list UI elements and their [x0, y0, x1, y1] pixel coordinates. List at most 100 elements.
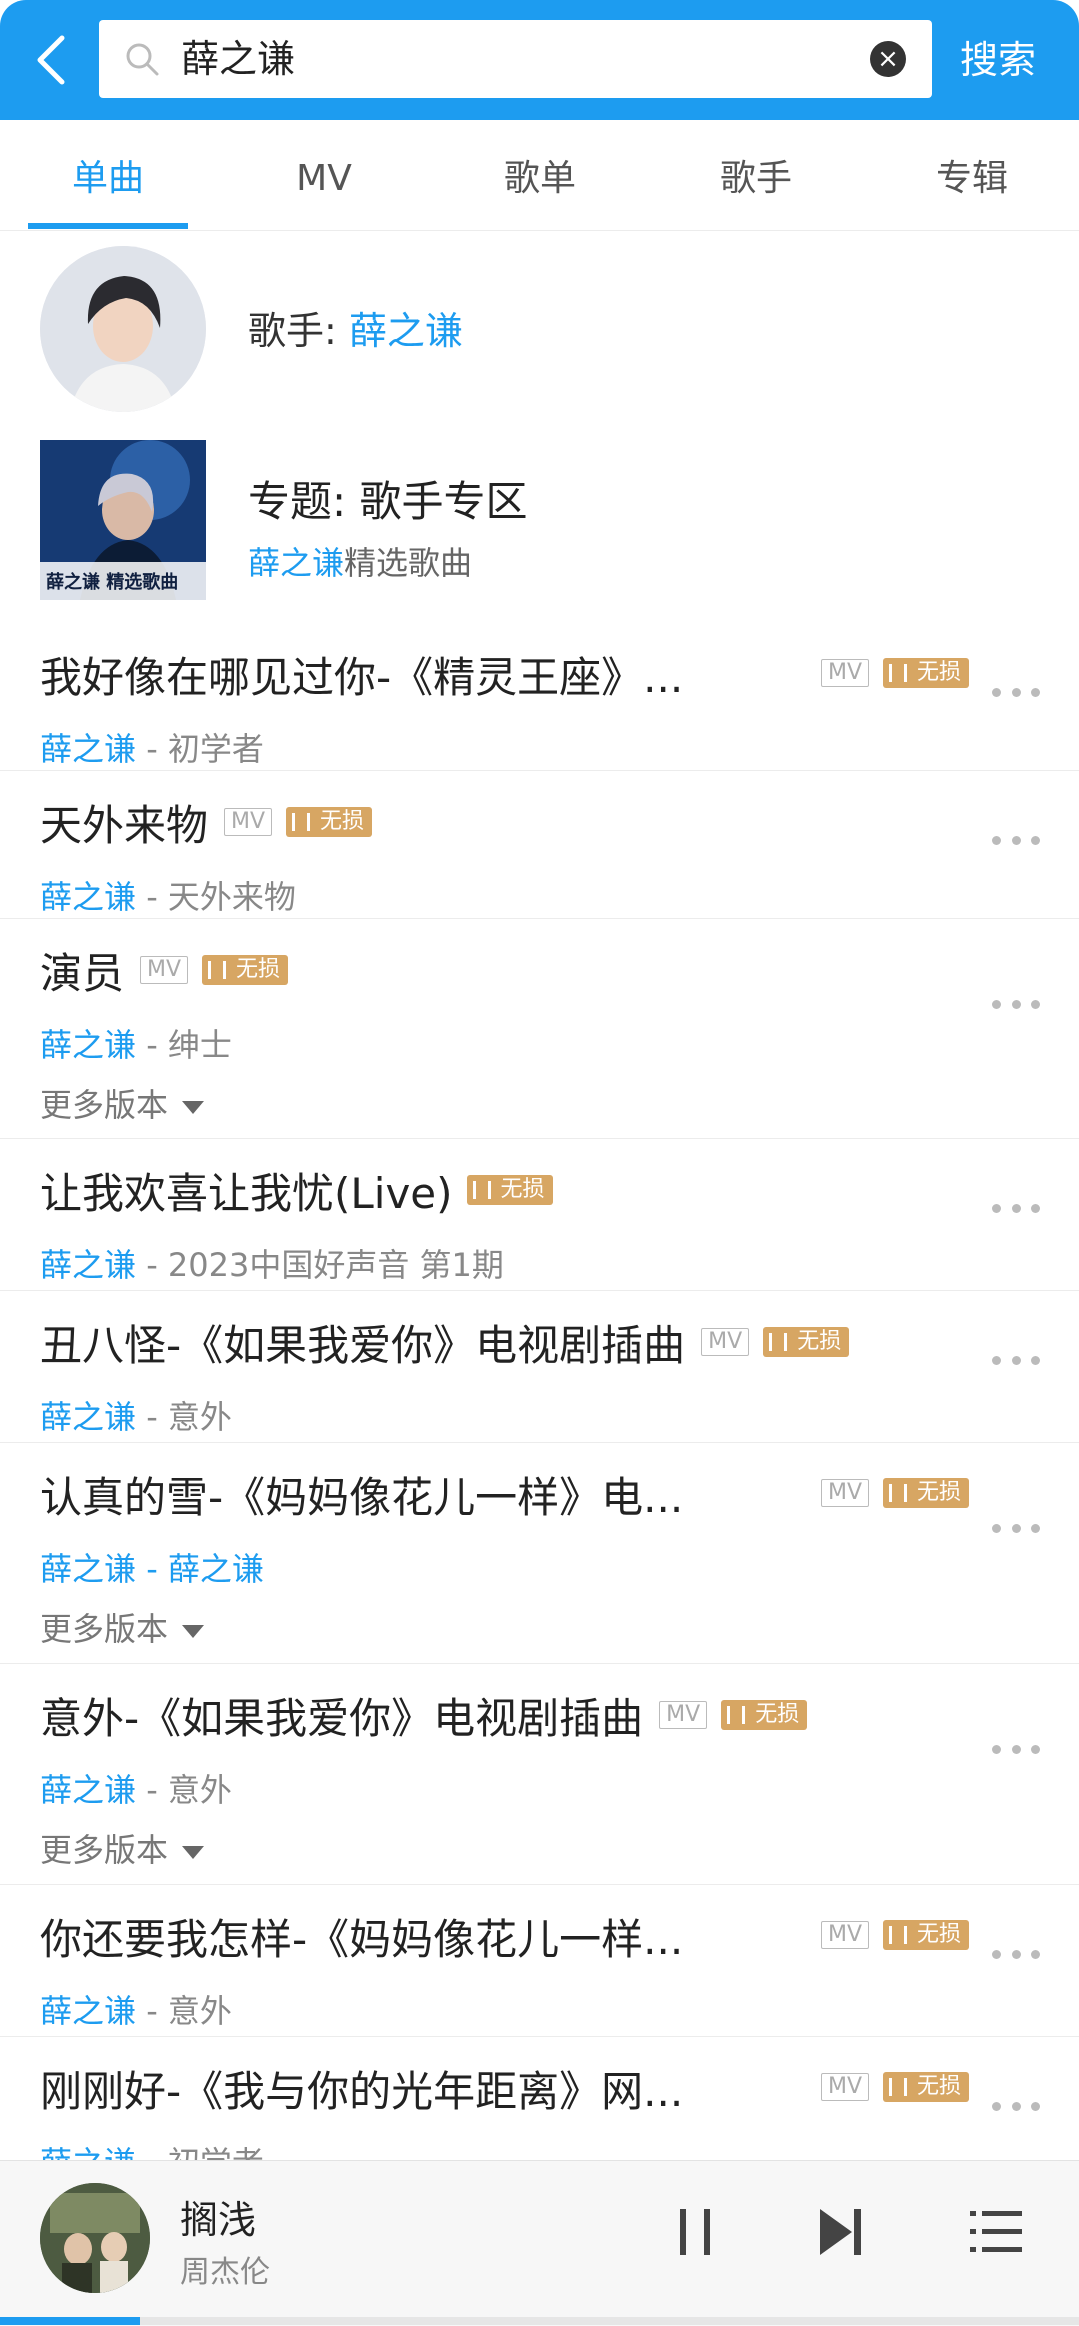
song-artist[interactable]: 薛之谦 — [40, 1550, 136, 1588]
song-subtitle: 薛之谦 - 意外 — [40, 1986, 232, 2032]
song-title-line: 我好像在哪见过你-《精灵王座》... — [40, 644, 683, 704]
tab-mv[interactable]: MV — [216, 120, 432, 230]
lossless-badge: 无损 — [721, 1700, 808, 1730]
song-subtitle: 薛之谦 - 绅士 — [40, 1020, 232, 1066]
song-row[interactable]: 天外来物 MV 无损 薛之谦 - 天外来物 — [0, 770, 1079, 919]
song-title-line: 认真的雪-《妈妈像花儿一样》电... — [40, 1464, 683, 1524]
clear-icon[interactable]: × — [870, 41, 906, 77]
song-badges: MV 无损 — [805, 658, 970, 688]
song-artist[interactable]: 薛之谦 — [40, 1771, 136, 1809]
search-header: 薛之谦 × 搜索 — [0, 0, 1079, 120]
singer-prefix: 歌手: — [248, 309, 349, 353]
song-title-line: 刚刚好-《我与你的光年距离》网... — [40, 2058, 683, 2118]
more-versions-toggle[interactable]: 更多版本 — [40, 1080, 205, 1126]
song-album: - 意外 — [136, 1771, 232, 1809]
more-options-icon[interactable] — [992, 1000, 1040, 1012]
song-row[interactable]: 丑八怪-《如果我爱你》电视剧插曲 MV 无损 薛之谦 - 意外 — [0, 1290, 1079, 1443]
mv-badge[interactable]: MV — [701, 1328, 750, 1356]
topic-cover-image[interactable]: 薛之谦 精选歌曲 — [40, 440, 206, 600]
song-row[interactable]: MV 无损 你还要我怎样-《妈妈像花儿一样... 薛之谦 - 意外 — [0, 1884, 1079, 2037]
song-artist[interactable]: 薛之谦 — [40, 1026, 136, 1064]
song-title[interactable]: 我好像在哪见过你-《精灵王座》... — [40, 644, 683, 705]
mv-badge[interactable]: MV — [224, 808, 273, 836]
mv-badge[interactable]: MV — [821, 1479, 870, 1507]
topic-sub-artist[interactable]: 薛之谦 — [248, 544, 344, 582]
song-row[interactable]: 演员 MV 无损薛之谦 - 绅士更多版本 — [0, 918, 1079, 1139]
singer-avatar[interactable] — [40, 246, 206, 412]
song-title[interactable]: 你还要我怎样-《妈妈像花儿一样... — [40, 1906, 683, 1967]
mv-badge[interactable]: MV — [821, 1921, 870, 1949]
search-query[interactable]: 薛之谦 — [181, 20, 295, 98]
more-versions-toggle[interactable]: 更多版本 — [40, 1825, 205, 1871]
more-options-icon[interactable] — [992, 1204, 1040, 1216]
song-artist[interactable]: 薛之谦 — [40, 1992, 136, 2030]
song-title-line: 天外来物 MV 无损 — [40, 792, 373, 853]
more-options-icon[interactable] — [992, 1524, 1040, 1536]
song-artist[interactable]: 薛之谦 — [40, 1398, 136, 1436]
song-row[interactable]: MV 无损 我好像在哪见过你-《精灵王座》... 薛之谦 - 初学者 — [0, 622, 1079, 771]
more-versions-label: 更多版本 — [40, 1086, 169, 1124]
song-album: - 天外来物 — [136, 878, 296, 916]
song-subtitle: 薛之谦 - 意外 — [40, 1765, 232, 1811]
song-artist[interactable]: 薛之谦 — [40, 730, 136, 768]
more-options-icon[interactable] — [992, 2102, 1040, 2114]
more-versions-toggle[interactable]: 更多版本 — [40, 1604, 205, 1650]
song-title-line: 意外-《如果我爱你》电视剧插曲 MV 无损 — [40, 1685, 808, 1746]
song-badges: MV 无损 — [805, 1478, 970, 1508]
song-row[interactable]: MV 无损 认真的雪-《妈妈像花儿一样》电... 薛之谦 - 薛之谦更多版本 — [0, 1442, 1079, 1664]
song-title[interactable]: 认真的雪-《妈妈像花儿一样》电... — [40, 1464, 683, 1525]
singer-name[interactable]: 薛之谦 — [349, 309, 463, 353]
mini-player[interactable]: 搁浅 周杰伦 — [0, 2160, 1079, 2326]
next-track-icon[interactable] — [818, 2205, 864, 2259]
more-options-icon[interactable] — [992, 1950, 1040, 1962]
mv-badge[interactable]: MV — [821, 659, 870, 687]
song-row[interactable]: 意外-《如果我爱你》电视剧插曲 MV 无损薛之谦 - 意外更多版本 — [0, 1663, 1079, 1885]
song-album: - 初学者 — [136, 730, 264, 768]
song-subtitle: 薛之谦 - 初学者 — [40, 724, 264, 770]
song-row[interactable]: MV无损刚刚好-《我与你的光年距离》网...薛之谦 - 初学者 — [0, 2036, 1079, 2182]
now-playing-title: 搁浅 — [180, 2198, 257, 2242]
search-button[interactable]: 搜索 — [960, 0, 1036, 120]
mv-badge[interactable]: MV — [659, 1701, 708, 1729]
topic-image-text: 薛之谦 精选歌曲 — [46, 572, 179, 593]
lossless-badge: 无损 — [202, 955, 289, 985]
search-input[interactable]: 薛之谦 × — [99, 20, 932, 98]
song-title[interactable]: 让我欢喜让我忧(Live) — [40, 1160, 453, 1221]
tab-songs[interactable]: 单曲 — [0, 120, 216, 230]
back-icon[interactable] — [28, 28, 78, 92]
pause-icon[interactable] — [676, 2205, 716, 2259]
more-options-icon[interactable] — [992, 836, 1040, 848]
song-title-line: 丑八怪-《如果我爱你》电视剧插曲 MV 无损 — [40, 1312, 850, 1373]
tab-singers[interactable]: 歌手 — [648, 120, 864, 230]
more-options-icon[interactable] — [992, 688, 1040, 700]
playlist-icon[interactable] — [970, 2205, 1024, 2259]
song-title[interactable]: 演员 — [40, 940, 124, 1001]
song-title[interactable]: 天外来物 — [40, 792, 208, 853]
lossless-badge: 无损 — [763, 1327, 850, 1357]
search-icon — [123, 40, 161, 78]
song-artist[interactable]: 薛之谦 — [40, 1246, 136, 1284]
tab-albums[interactable]: 专辑 — [864, 120, 1079, 230]
song-title[interactable]: 意外-《如果我爱你》电视剧插曲 — [40, 1685, 643, 1746]
tab-playlists[interactable]: 歌单 — [432, 120, 648, 230]
song-title[interactable]: 丑八怪-《如果我爱你》电视剧插曲 — [40, 1312, 685, 1373]
song-album: - 薛之谦 — [136, 1550, 264, 1588]
more-options-icon[interactable] — [992, 1745, 1040, 1757]
song-title[interactable]: 刚刚好-《我与你的光年距离》网... — [40, 2058, 683, 2119]
more-versions-label: 更多版本 — [40, 1610, 169, 1648]
singer-label[interactable]: 歌手: 薛之谦 — [248, 300, 463, 355]
mv-badge[interactable]: MV — [821, 2073, 870, 2101]
song-row[interactable]: 让我欢喜让我忧(Live) 无损 薛之谦 - 2023中国好声音 第1期 — [0, 1138, 1079, 1291]
more-options-icon[interactable] — [992, 1356, 1040, 1368]
topic-title[interactable]: 专题: 歌手专区 — [248, 468, 528, 529]
song-title-line: 让我欢喜让我忧(Live) 无损 — [40, 1160, 553, 1220]
more-versions-label: 更多版本 — [40, 1831, 169, 1869]
song-badges: MV 无损 — [805, 2072, 970, 2102]
mv-badge[interactable]: MV — [140, 956, 189, 984]
lossless-badge: 无损 — [883, 2072, 970, 2102]
playback-progress[interactable] — [0, 2317, 1079, 2325]
tab-bar: 单曲 MV 歌单 歌手 专辑 — [0, 120, 1079, 231]
song-artist[interactable]: 薛之谦 — [40, 878, 136, 916]
now-playing-cover[interactable] — [40, 2183, 150, 2293]
chevron-down-icon — [182, 1624, 205, 1638]
